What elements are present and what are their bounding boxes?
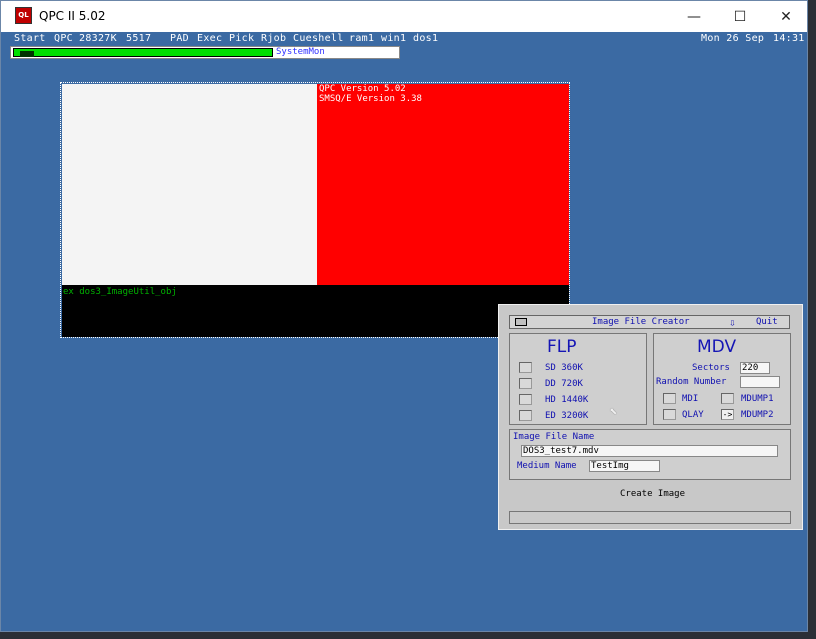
basic-console[interactable]: QPC Version 5.02 SMSQ/E Version 3.38 ex …	[60, 82, 570, 338]
random-number-input[interactable]	[740, 376, 780, 388]
mdv-heading: MDV	[697, 337, 737, 357]
sd-label: SD 360K	[545, 363, 583, 373]
dialog-title: Image File Creator	[592, 317, 690, 327]
maximize-button[interactable]: ☐	[717, 1, 763, 32]
qlay-label: QLAY	[682, 410, 704, 420]
system-monitor-meter	[13, 48, 273, 57]
menu-ram1[interactable]: ram1	[349, 33, 374, 44]
image-file-creator-dialog: Image File Creator ⇩ Quit FLP SD 360K DD…	[498, 304, 803, 530]
sectors-input[interactable]: 220	[740, 362, 770, 374]
image-file-panel: Image File Name DOS3_test7.mdv Medium Na…	[509, 429, 791, 480]
menu-pick[interactable]: Pick	[229, 33, 254, 44]
meter-marker	[20, 51, 34, 57]
title-bar[interactable]: QL QPC II 5.02 — ☐ ✕	[1, 1, 807, 32]
menu-free-memory: 28327K	[79, 33, 117, 44]
console-red-pane: QPC Version 5.02 SMSQ/E Version 3.38	[317, 84, 569, 285]
system-monitor-bar[interactable]: SystemMon	[10, 46, 400, 59]
menu-dos1[interactable]: dos1	[413, 33, 438, 44]
mdump1-label: MDUMP1	[741, 394, 774, 404]
quit-button[interactable]: Quit	[756, 317, 778, 327]
sd-checkbox[interactable]	[519, 362, 532, 373]
qpc-app-icon: QL	[15, 7, 32, 24]
random-number-label: Random Number	[656, 377, 727, 387]
menu-start[interactable]: Start	[14, 33, 46, 44]
command-pane[interactable]: ex dos3_ImageUtil_obj	[62, 285, 569, 337]
menu-job-count: 5517	[126, 33, 152, 44]
mdump1-checkbox[interactable]	[721, 393, 734, 404]
medium-name-input[interactable]: TestImg	[589, 460, 660, 472]
dialog-header: Image File Creator ⇩ Quit	[509, 315, 790, 329]
mouse-pointer-icon: ⬉	[609, 404, 618, 420]
mdv-panel: MDV Sectors 220 Random Number MDI MDUMP1…	[653, 333, 791, 425]
minimize-button[interactable]: —	[671, 1, 717, 32]
move-window-icon[interactable]	[515, 318, 527, 326]
menu-qpc[interactable]: QPC	[54, 33, 73, 44]
mdump2-label: MDUMP2	[741, 410, 774, 420]
hd-label: HD 1440K	[545, 395, 589, 405]
flp-panel: FLP SD 360K DD 720K HD 1440K ED 3200K	[509, 333, 647, 425]
image-file-name-label: Image File Name	[513, 432, 595, 442]
clock-time: 14:31	[773, 33, 805, 44]
close-button[interactable]: ✕	[763, 1, 809, 32]
image-file-name-input[interactable]: DOS3_test7.mdv	[521, 445, 778, 457]
qlay-checkbox[interactable]	[663, 409, 676, 420]
status-line	[509, 511, 791, 524]
clock-date: Mon 26 Sep	[701, 33, 765, 44]
mdi-checkbox[interactable]	[663, 393, 676, 404]
menu-cueshell[interactable]: Cueshell	[293, 33, 344, 44]
system-monitor-label: SystemMon	[276, 47, 325, 57]
console-white-pane	[62, 84, 317, 285]
dd-checkbox[interactable]	[519, 378, 532, 389]
qpc-window: QL QPC II 5.02 — ☐ ✕ Start QPC 28327K 55…	[0, 0, 808, 632]
dd-label: DD 720K	[545, 379, 583, 389]
menu-rjob[interactable]: Rjob	[261, 33, 286, 44]
sleep-arrow-icon[interactable]: ⇩	[729, 316, 736, 329]
mdump2-checkbox[interactable]: ->	[721, 409, 734, 420]
window-title: QPC II 5.02	[39, 9, 106, 23]
menu-pad[interactable]: PAD	[170, 33, 189, 44]
smsq-version-line: SMSQ/E Version 3.38	[319, 94, 422, 104]
hd-checkbox[interactable]	[519, 394, 532, 405]
create-image-button[interactable]: Create Image	[620, 489, 685, 499]
ed-label: ED 3200K	[545, 411, 589, 421]
menu-win1[interactable]: win1	[381, 33, 406, 44]
version-line: QPC Version 5.02	[319, 84, 406, 94]
medium-name-label: Medium Name	[517, 461, 577, 471]
sectors-label: Sectors	[692, 363, 730, 373]
command-line: ex dos3_ImageUtil_obj	[63, 287, 177, 297]
mdi-label: MDI	[682, 394, 699, 404]
qdos-button-bar: Start QPC 28327K 5517 PAD Exec Pick Rjob…	[9, 32, 805, 46]
flp-heading: FLP	[547, 337, 577, 357]
ed-checkbox[interactable]	[519, 410, 532, 421]
menu-exec[interactable]: Exec	[197, 33, 222, 44]
